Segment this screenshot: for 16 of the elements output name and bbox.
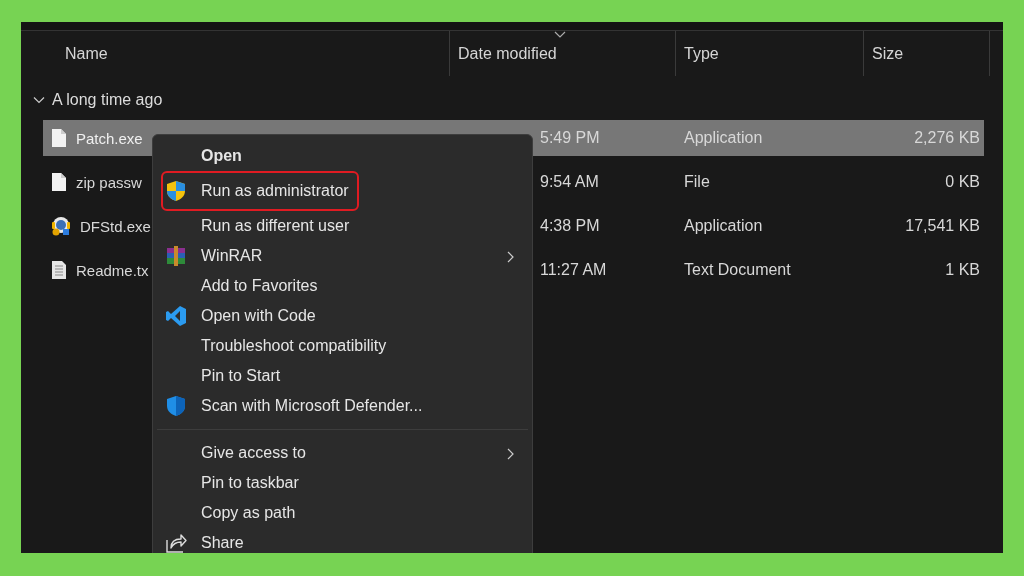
file-type: Text Document xyxy=(684,261,791,279)
file-name: Patch.exe xyxy=(76,129,143,147)
file-size: 0 KB xyxy=(945,173,980,191)
file-size: 1 KB xyxy=(945,261,980,279)
file-name: zip passw xyxy=(76,173,142,191)
file-date: 11:27 AM xyxy=(540,261,607,279)
file-type: Application xyxy=(684,129,763,147)
file-size: 2,276 KB xyxy=(914,129,980,147)
file-name: DFStd.exe xyxy=(80,217,151,235)
file-type: File xyxy=(684,173,710,191)
file-name: Readme.tx xyxy=(76,261,149,279)
file-date: 5:49 PM xyxy=(540,129,600,147)
file-date: 4:38 PM xyxy=(540,217,600,235)
file-type: Application xyxy=(684,217,763,235)
file-date: 9:54 AM xyxy=(540,173,599,191)
file-size: 17,541 KB xyxy=(905,217,980,235)
